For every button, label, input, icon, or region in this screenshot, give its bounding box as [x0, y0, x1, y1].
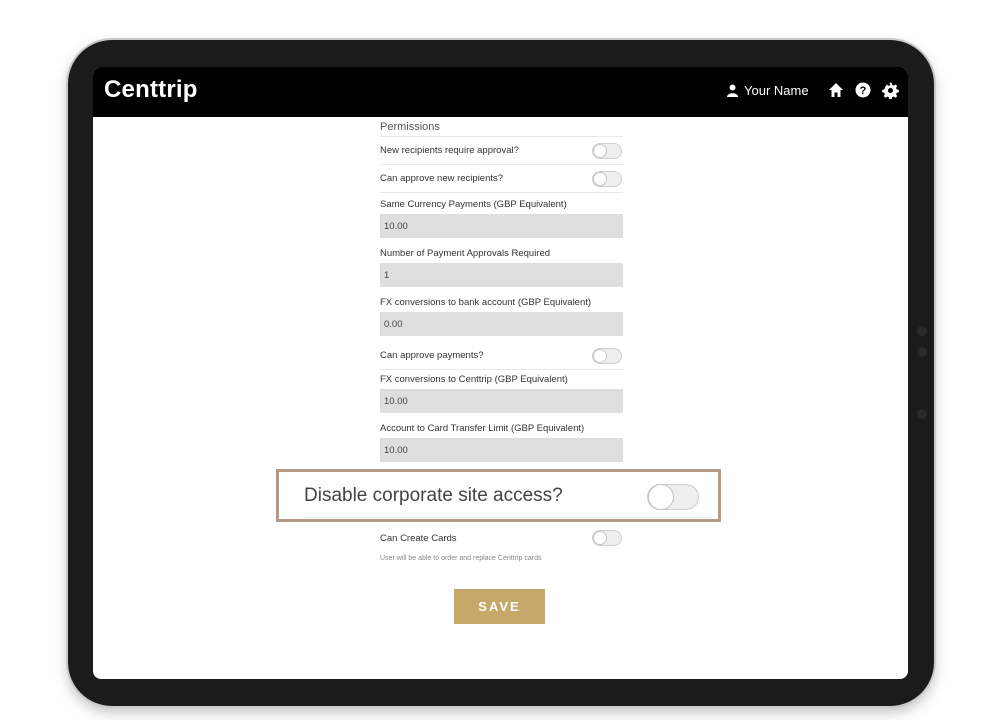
new-recipients-label: New recipients require approval?	[380, 145, 519, 156]
user-menu[interactable]: Your Name	[727, 83, 809, 98]
fx-centtrip-label: FX conversions to Centtrip (GBP Equivale…	[380, 374, 568, 385]
svg-text:?: ?	[860, 85, 867, 97]
permissions-form: Permissions New recipients require appro…	[380, 117, 623, 462]
section-title: Permissions	[380, 117, 623, 137]
tablet-side-button	[917, 409, 927, 419]
approve-payments-row: Can approve payments?	[380, 342, 623, 370]
disable-access-highlight: Disable corporate site access?	[276, 469, 721, 522]
approvals-required-input[interactable]: 1	[380, 263, 623, 287]
disable-access-toggle[interactable]	[647, 484, 699, 510]
approve-payments-label: Can approve payments?	[380, 350, 484, 361]
approvals-required-label: Number of Payment Approvals Required	[380, 248, 551, 259]
save-button[interactable]: SAVE	[454, 589, 545, 624]
tablet-side-button	[917, 326, 927, 336]
approve-recipients-row: Can approve new recipients?	[380, 165, 623, 193]
disable-access-label: Disable corporate site access?	[304, 485, 563, 506]
fx-bank-label: FX conversions to bank account (GBP Equi…	[380, 297, 592, 308]
card-transfer-input[interactable]: 10.00	[380, 438, 623, 462]
approve-recipients-toggle[interactable]	[592, 170, 622, 187]
create-cards-section: Can Create Cards User will be able to or…	[380, 527, 623, 562]
same-currency-input[interactable]: 10.00	[380, 214, 623, 238]
new-recipients-row: New recipients require approval?	[380, 137, 623, 165]
tablet-side-button	[917, 347, 927, 357]
approve-recipients-label: Can approve new recipients?	[380, 173, 504, 184]
gear-icon[interactable]	[882, 82, 899, 99]
card-transfer-label: Account to Card Transfer Limit (GBP Equi…	[380, 423, 585, 434]
create-cards-hint: User will be able to order and replace C…	[380, 555, 542, 562]
user-icon	[727, 84, 738, 97]
help-icon[interactable]: ?	[855, 82, 871, 98]
brand-logo[interactable]: Centtrip	[104, 76, 198, 104]
divider	[304, 517, 712, 518]
top-bar: Centtrip Your Name ?	[93, 67, 908, 117]
fx-bank-input[interactable]: 0.00	[380, 312, 623, 336]
fx-centtrip-input[interactable]: 10.00	[380, 389, 623, 413]
new-recipients-toggle[interactable]	[592, 142, 622, 159]
user-name: Your Name	[744, 83, 809, 98]
create-cards-row: Can Create Cards	[380, 527, 623, 549]
same-currency-label: Same Currency Payments (GBP Equivalent)	[380, 199, 567, 210]
approve-payments-toggle[interactable]	[592, 347, 622, 364]
home-icon[interactable]	[828, 82, 844, 98]
create-cards-label: Can Create Cards	[380, 532, 457, 544]
app-screen: Centtrip Your Name ? Permissions New rec…	[93, 67, 908, 679]
create-cards-toggle[interactable]	[592, 530, 622, 546]
